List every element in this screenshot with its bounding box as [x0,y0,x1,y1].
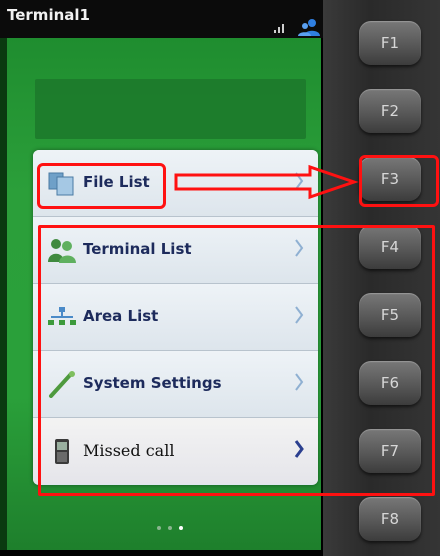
status-title: Terminal1 [7,6,90,24]
page-dot[interactable] [168,526,172,530]
arrow-icon [174,164,359,200]
f1-key[interactable]: F1 [359,21,421,65]
page-dot-active[interactable] [179,526,183,530]
menu-keys-highlight [38,225,435,496]
status-bar: Terminal1 [0,0,323,38]
widget-placeholder [35,79,306,139]
f8-key[interactable]: F8 [359,497,421,541]
screen-edge [0,38,7,550]
f2-key[interactable]: F2 [359,89,421,133]
page-indicator [157,515,190,534]
page-dot[interactable] [157,526,161,530]
f3-key-highlight [359,155,439,207]
user-icon[interactable] [298,18,320,36]
signal-bars-icon [274,24,284,33]
file-list-highlight [37,163,166,209]
